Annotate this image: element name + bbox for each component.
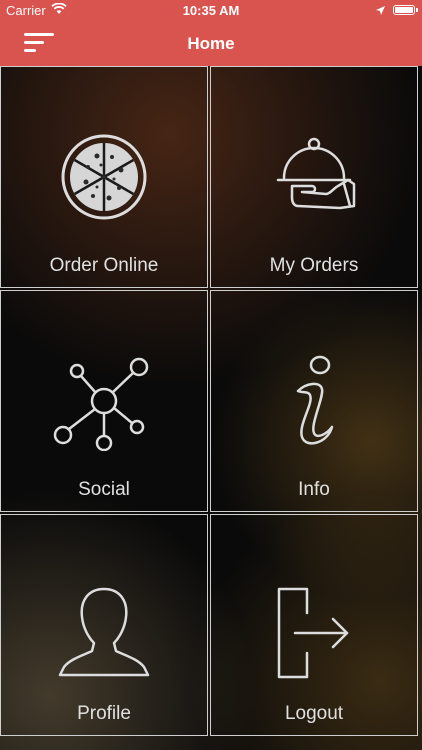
pizza-icon [1, 127, 207, 227]
battery-icon [393, 5, 418, 15]
tile-label: Order Online [49, 255, 159, 276]
page-title: Home [187, 34, 235, 53]
location-arrow-icon [375, 4, 386, 19]
tile-my-orders[interactable]: My Orders [210, 66, 418, 288]
cloche-icon [211, 127, 417, 227]
network-icon [1, 351, 207, 451]
home-menu-grid: Order Online My Orders Social Info Profi… [0, 66, 422, 750]
navigation-bar: Home [0, 22, 422, 66]
tile-logout[interactable]: Logout [210, 514, 418, 736]
tile-info[interactable]: Info [210, 290, 418, 512]
user-profile-icon [1, 583, 207, 683]
tile-label: My Orders [269, 255, 359, 276]
tile-label: Profile [77, 703, 131, 724]
tile-order-online[interactable]: Order Online [0, 66, 208, 288]
tile-profile[interactable]: Profile [0, 514, 208, 736]
tile-social[interactable]: Social [0, 290, 208, 512]
info-icon [211, 351, 417, 451]
logout-icon [211, 583, 417, 683]
status-bar: Carrier 10:35 AM [0, 0, 422, 22]
tile-label: Social [78, 479, 130, 500]
tile-label: Info [298, 479, 330, 500]
clock: 10:35 AM [182, 3, 240, 18]
tile-label: Logout [284, 703, 344, 724]
